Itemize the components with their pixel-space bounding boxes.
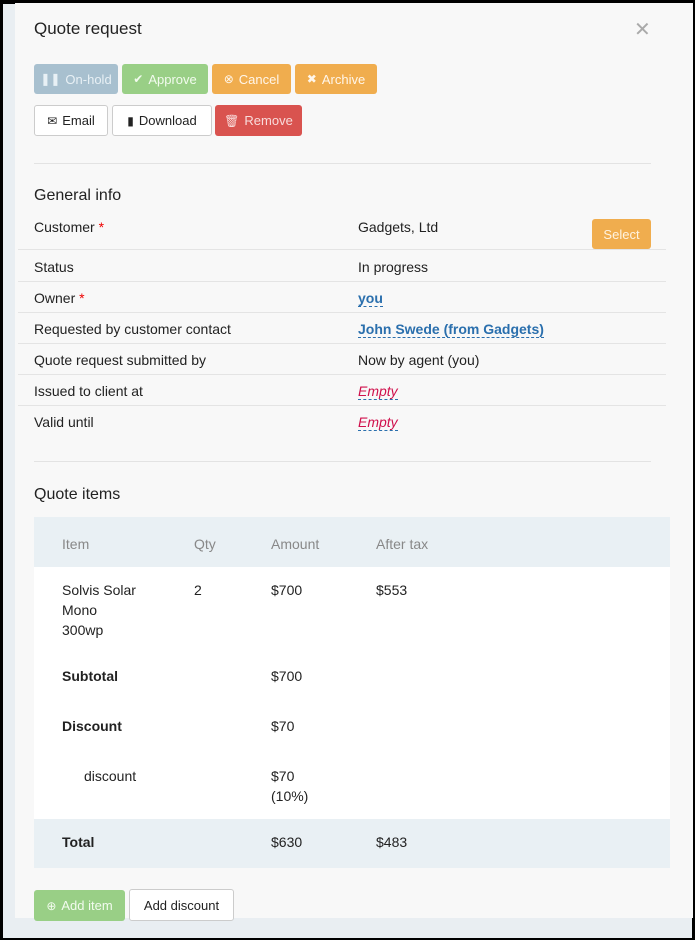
add-discount-button[interactable]: Add discount [129,889,234,921]
quote-items-table: Item Qty Amount After tax Solvis Solar M… [34,517,670,868]
item-qty: 2 [194,582,202,598]
subtotal-label: Subtotal [62,668,118,684]
remove-circle-icon: ✖ [306,72,317,86]
envelope-icon: ✉ [47,113,58,128]
field-label: Quote request submitted by [34,352,206,368]
valid-until-editable[interactable]: Empty [358,414,398,431]
field-row-status: Status In progress [18,250,666,282]
on-hold-button[interactable]: ❚❚ On-hold [34,64,118,94]
field-label: Requested by customer contact [34,321,231,337]
remove-label: Remove [244,113,293,128]
column-header-item: Item [62,536,90,552]
field-label: Customer * [34,219,105,235]
owner-link[interactable]: you [358,290,383,307]
general-info-heading: General info [34,187,122,204]
field-row-requested-by: Requested by customer contact John Swede… [18,312,666,344]
field-row-valid-until: Valid until Empty [18,405,666,436]
discount-label: Discount [62,718,122,734]
approve-button[interactable]: ✔ Approve [122,64,208,94]
remove-button[interactable]: 🗑 Remove [215,105,302,136]
field-value: Now by agent (you) [358,352,480,368]
total-amount: $630 [271,834,303,850]
column-header-qty: Qty [194,536,216,552]
cancel-label: Cancel [238,71,280,87]
trash-icon: 🗑 [224,113,240,128]
select-customer-button[interactable]: Select [592,219,651,249]
field-label: Issued to client at [34,383,143,399]
check-circle-icon: ✔ [133,72,144,86]
field-label: Status [34,259,74,275]
x-circle-icon: ⊗ [223,72,234,86]
total-after-tax: $483 [376,834,408,850]
quote-items-heading: Quote items [34,486,121,503]
field-value: In progress [358,259,429,275]
on-hold-label: On-hold [65,71,112,87]
field-label: Owner * [34,290,85,306]
discount-amount: $70 [271,718,295,734]
approve-label: Approve [148,71,197,87]
field-row-owner: Owner * you [18,281,666,313]
total-label: Total [62,834,95,850]
file-icon: ▮ [127,113,134,128]
field-label: Valid until [34,414,94,430]
archive-label: Archive [321,71,366,87]
item-after-tax: $553 [376,582,408,598]
close-icon[interactable]: ✕ [634,17,651,42]
discount-line-label: discount [84,768,137,784]
download-label: Download [138,113,197,128]
email-button[interactable]: ✉ Email [34,105,108,136]
cancel-button[interactable]: ⊗ Cancel [212,64,291,94]
subtotal-amount: $700 [271,668,303,684]
column-header-amount: Amount [271,536,320,552]
download-button[interactable]: ▮ Download [112,105,212,136]
pause-icon: ❚❚ [40,72,61,86]
item-amount: $700 [271,582,303,598]
plus-circle-icon: ⊕ [46,898,57,913]
table-footer-total: Total $630 $483 [34,819,670,868]
discount-line-amount: $70 (10%) [271,768,309,804]
add-item-button[interactable]: ⊕ Add item [34,890,125,921]
table-header: Item Qty Amount After tax [34,517,670,567]
contact-link[interactable]: John Swede (from Gadgets) [358,321,544,338]
archive-button[interactable]: ✖ Archive [295,64,377,94]
modal-title: Quote request [34,19,142,38]
column-header-after-tax: After tax [376,536,429,552]
divider [34,163,651,164]
email-label: Email [62,113,95,128]
field-row-submitted-by: Quote request submitted by Now by agent … [18,343,666,375]
item-name: Solvis Solar Mono 300wp [62,582,136,638]
divider [34,461,651,462]
issued-at-editable[interactable]: Empty [358,383,398,400]
add-item-label: Add item [61,898,113,913]
field-value: Gadgets, Ltd [358,219,439,235]
field-row-issued-at: Issued to client at Empty [18,374,666,406]
field-row-customer: Customer * Gadgets, Ltd [18,210,666,250]
